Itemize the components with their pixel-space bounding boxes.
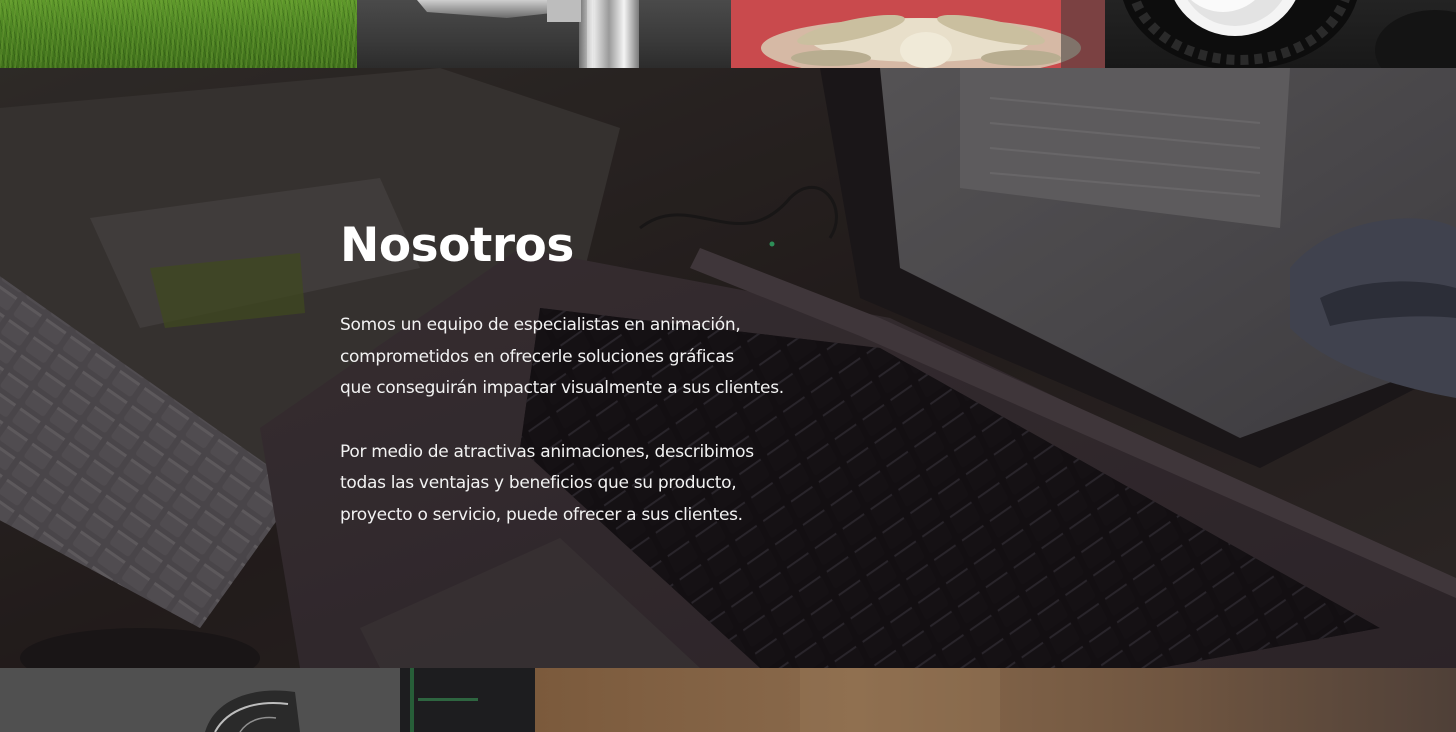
paragraph-line: Somos un equipo de especialistas en anim… — [340, 315, 741, 335]
gallery-tile-skeleton[interactable] — [731, 0, 1105, 68]
paragraph-line: Por medio de atractivas animaciones, des… — [340, 441, 754, 462]
paragraph-line: comprometidos en ofrecerle soluciones gr… — [340, 346, 734, 367]
gallery-tile-metal-part[interactable] — [357, 0, 731, 68]
bottom-gallery-image[interactable] — [0, 668, 1456, 732]
paragraph-line: que conseguirán impactar visualmente a s… — [340, 378, 784, 398]
about-content: Nosotros Somos un equipo de especialista… — [340, 218, 900, 563]
skeleton-render-image — [761, 0, 1105, 68]
paragraph-line: proyecto o servicio, puede ofrecer a sus… — [340, 504, 743, 525]
gallery-tile-grass[interactable] — [0, 0, 357, 68]
about-paragraph-1: Somos un equipo de especialistas en anim… — [340, 310, 900, 405]
paragraph-line: todas las ventajas y beneficios que su p… — [340, 473, 737, 493]
about-paragraph-2: Por medio de atractivas animaciones, des… — [340, 437, 900, 532]
about-section: Nosotros Somos un equipo de especialista… — [0, 68, 1456, 668]
top-gallery-strip — [0, 0, 1456, 68]
bottom-gallery-strip — [0, 668, 1456, 732]
about-title: Nosotros — [340, 218, 574, 273]
metal-part-image — [417, 0, 639, 68]
tire-render-image — [1123, 0, 1456, 68]
gallery-tile-tire[interactable] — [1105, 0, 1456, 68]
page: Nosotros Somos un equipo de especialista… — [0, 0, 1456, 732]
